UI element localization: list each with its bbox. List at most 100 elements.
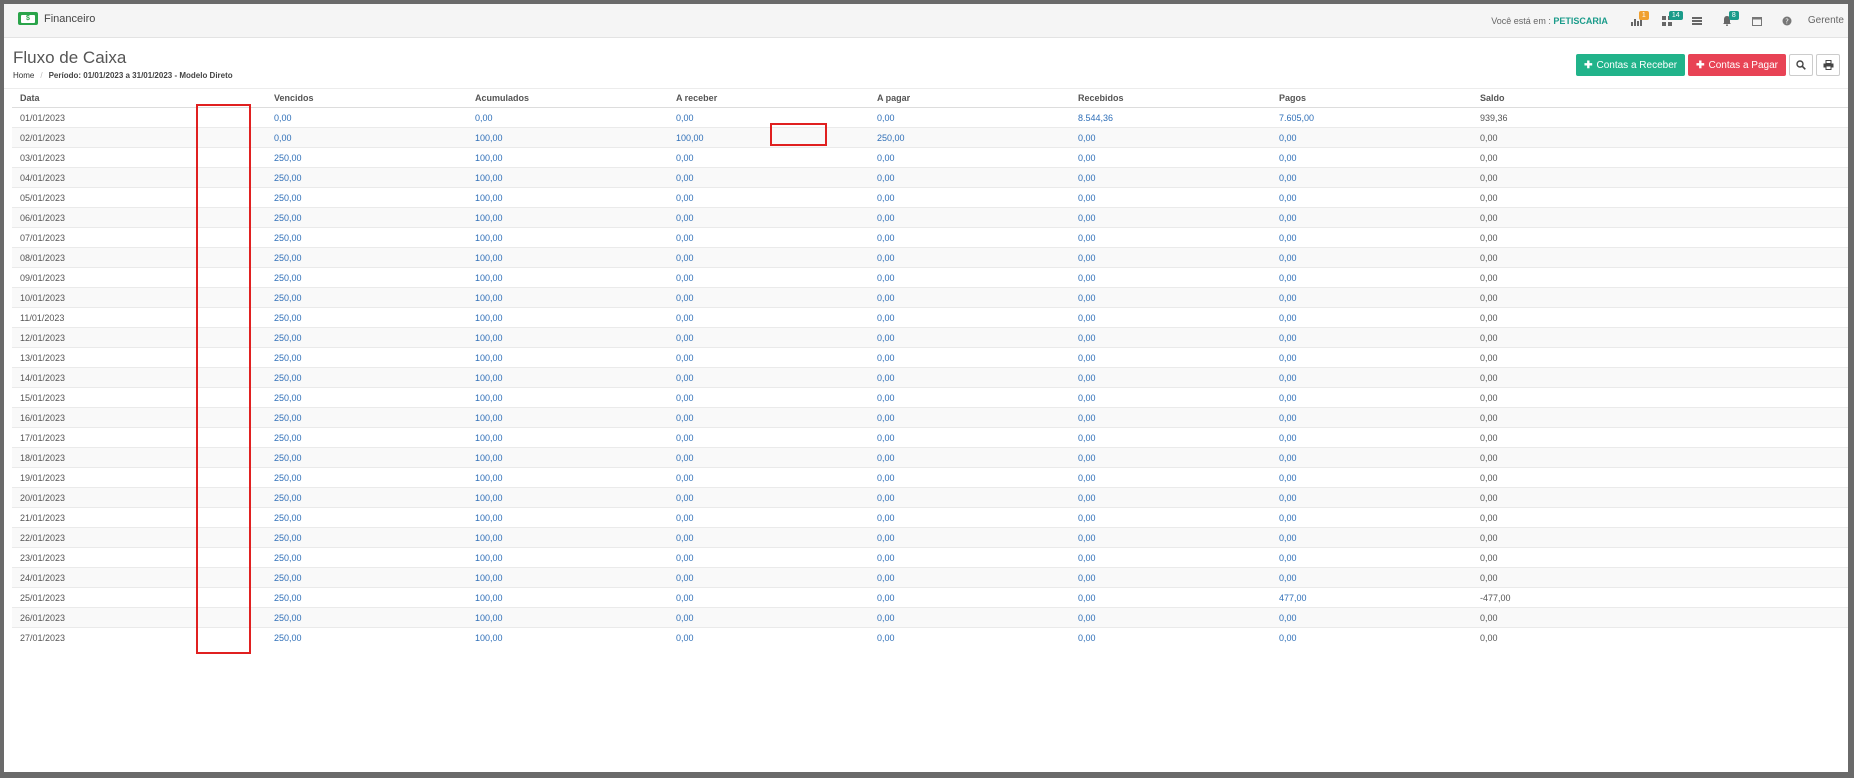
cell-pagos[interactable]: 0,00 xyxy=(1271,127,1472,148)
cell-recebidos[interactable]: 0,00 xyxy=(1070,267,1271,288)
cell-a-pagar[interactable]: 0,00 xyxy=(869,187,1070,208)
cell-acumulados[interactable]: 100,00 xyxy=(467,287,668,308)
print-button[interactable] xyxy=(1816,54,1840,76)
cell-acumulados[interactable]: 100,00 xyxy=(467,407,668,428)
cell-a-receber[interactable]: 0,00 xyxy=(668,107,869,128)
cell-recebidos[interactable]: 0,00 xyxy=(1070,187,1271,208)
cell-a-receber[interactable]: 0,00 xyxy=(668,587,869,608)
cell-a-pagar[interactable]: 0,00 xyxy=(869,547,1070,568)
cell-vencidos[interactable]: 0,00 xyxy=(266,107,467,128)
cell-a-pagar[interactable]: 0,00 xyxy=(869,147,1070,168)
cell-a-receber[interactable]: 0,00 xyxy=(668,247,869,268)
cell-a-pagar[interactable]: 0,00 xyxy=(869,287,1070,308)
cell-a-receber[interactable]: 0,00 xyxy=(668,207,869,228)
cell-pagos[interactable]: 0,00 xyxy=(1271,327,1472,348)
cell-a-pagar[interactable]: 0,00 xyxy=(869,347,1070,368)
cell-recebidos[interactable]: 0,00 xyxy=(1070,387,1271,408)
cell-a-pagar[interactable]: 0,00 xyxy=(869,367,1070,388)
cell-acumulados[interactable]: 100,00 xyxy=(467,247,668,268)
cell-recebidos[interactable]: 0,00 xyxy=(1070,147,1271,168)
cell-pagos[interactable]: 0,00 xyxy=(1271,267,1472,288)
bell-icon[interactable]: 8 xyxy=(1712,10,1742,31)
cell-pagos[interactable]: 0,00 xyxy=(1271,367,1472,388)
cell-a-pagar[interactable]: 0,00 xyxy=(869,467,1070,488)
search-button[interactable] xyxy=(1789,54,1813,76)
cell-a-pagar[interactable]: 0,00 xyxy=(869,507,1070,528)
cell-a-receber[interactable]: 0,00 xyxy=(668,487,869,508)
cell-acumulados[interactable]: 100,00 xyxy=(467,567,668,588)
cell-vencidos[interactable]: 250,00 xyxy=(266,387,467,408)
cell-pagos[interactable]: 0,00 xyxy=(1271,307,1472,328)
cell-acumulados[interactable]: 100,00 xyxy=(467,187,668,208)
cell-pagos[interactable]: 0,00 xyxy=(1271,227,1472,248)
cell-acumulados[interactable]: 100,00 xyxy=(467,447,668,468)
cell-vencidos[interactable]: 250,00 xyxy=(266,307,467,328)
cell-recebidos[interactable]: 0,00 xyxy=(1070,467,1271,488)
cell-pagos[interactable]: 0,00 xyxy=(1271,147,1472,168)
cell-acumulados[interactable]: 100,00 xyxy=(467,547,668,568)
cell-pagos[interactable]: 0,00 xyxy=(1271,467,1472,488)
cell-vencidos[interactable]: 250,00 xyxy=(266,287,467,308)
cell-pagos[interactable]: 0,00 xyxy=(1271,287,1472,308)
cell-acumulados[interactable]: 100,00 xyxy=(467,147,668,168)
cell-recebidos[interactable]: 0,00 xyxy=(1070,407,1271,428)
cell-pagos[interactable]: 0,00 xyxy=(1271,487,1472,508)
cell-a-pagar[interactable]: 0,00 xyxy=(869,447,1070,468)
cell-acumulados[interactable]: 100,00 xyxy=(467,127,668,148)
cell-a-pagar[interactable]: 0,00 xyxy=(869,567,1070,588)
location-value[interactable]: PETISCARIA xyxy=(1553,16,1608,26)
cell-vencidos[interactable]: 250,00 xyxy=(266,567,467,588)
cell-acumulados[interactable]: 100,00 xyxy=(467,587,668,608)
cell-a-receber[interactable]: 0,00 xyxy=(668,447,869,468)
help-icon[interactable]: ? xyxy=(1772,11,1802,31)
cell-pagos[interactable]: 0,00 xyxy=(1271,347,1472,368)
cell-a-receber[interactable]: 0,00 xyxy=(668,567,869,588)
cell-vencidos[interactable]: 250,00 xyxy=(266,147,467,168)
cell-pagos[interactable]: 0,00 xyxy=(1271,167,1472,188)
cell-a-receber[interactable]: 0,00 xyxy=(668,627,869,647)
cell-vencidos[interactable]: 250,00 xyxy=(266,527,467,548)
cell-recebidos[interactable]: 0,00 xyxy=(1070,167,1271,188)
cell-vencidos[interactable]: 250,00 xyxy=(266,487,467,508)
cell-pagos[interactable]: 0,00 xyxy=(1271,527,1472,548)
cell-pagos[interactable]: 0,00 xyxy=(1271,547,1472,568)
cell-recebidos[interactable]: 0,00 xyxy=(1070,287,1271,308)
cell-a-receber[interactable]: 0,00 xyxy=(668,307,869,328)
cell-vencidos[interactable]: 250,00 xyxy=(266,407,467,428)
cell-recebidos[interactable]: 0,00 xyxy=(1070,627,1271,647)
cell-vencidos[interactable]: 250,00 xyxy=(266,267,467,288)
cell-recebidos[interactable]: 0,00 xyxy=(1070,127,1271,148)
cell-recebidos[interactable]: 0,00 xyxy=(1070,327,1271,348)
cell-a-receber[interactable]: 0,00 xyxy=(668,467,869,488)
cell-recebidos[interactable]: 0,00 xyxy=(1070,587,1271,608)
cell-acumulados[interactable]: 100,00 xyxy=(467,327,668,348)
cell-pagos[interactable]: 0,00 xyxy=(1271,247,1472,268)
cell-a-receber[interactable]: 0,00 xyxy=(668,287,869,308)
cell-acumulados[interactable]: 100,00 xyxy=(467,607,668,628)
contas-a-receber-button[interactable]: ✚ Contas a Receber xyxy=(1576,54,1686,76)
cell-a-receber[interactable]: 0,00 xyxy=(668,147,869,168)
cell-recebidos[interactable]: 0,00 xyxy=(1070,427,1271,448)
cell-pagos[interactable]: 0,00 xyxy=(1271,507,1472,528)
stats-icon[interactable]: 1 xyxy=(1622,10,1652,31)
cell-a-receber[interactable]: 0,00 xyxy=(668,327,869,348)
cell-acumulados[interactable]: 0,00 xyxy=(467,107,668,128)
cell-pagos[interactable]: 0,00 xyxy=(1271,187,1472,208)
cell-a-pagar[interactable]: 0,00 xyxy=(869,587,1070,608)
cell-vencidos[interactable]: 250,00 xyxy=(266,587,467,608)
cell-acumulados[interactable]: 100,00 xyxy=(467,367,668,388)
cell-a-pagar[interactable]: 0,00 xyxy=(869,407,1070,428)
cell-vencidos[interactable]: 250,00 xyxy=(266,607,467,628)
cell-recebidos[interactable]: 0,00 xyxy=(1070,247,1271,268)
cell-a-receber[interactable]: 0,00 xyxy=(668,547,869,568)
list-icon[interactable] xyxy=(1682,11,1712,31)
cell-a-pagar[interactable]: 250,00 xyxy=(869,127,1070,148)
cell-acumulados[interactable]: 100,00 xyxy=(467,527,668,548)
cell-a-receber[interactable]: 0,00 xyxy=(668,167,869,188)
cell-vencidos[interactable]: 250,00 xyxy=(266,327,467,348)
cell-recebidos[interactable]: 0,00 xyxy=(1070,547,1271,568)
cell-a-receber[interactable]: 0,00 xyxy=(668,347,869,368)
cell-a-receber[interactable]: 0,00 xyxy=(668,427,869,448)
cell-recebidos[interactable]: 0,00 xyxy=(1070,607,1271,628)
cell-a-receber[interactable]: 0,00 xyxy=(668,387,869,408)
